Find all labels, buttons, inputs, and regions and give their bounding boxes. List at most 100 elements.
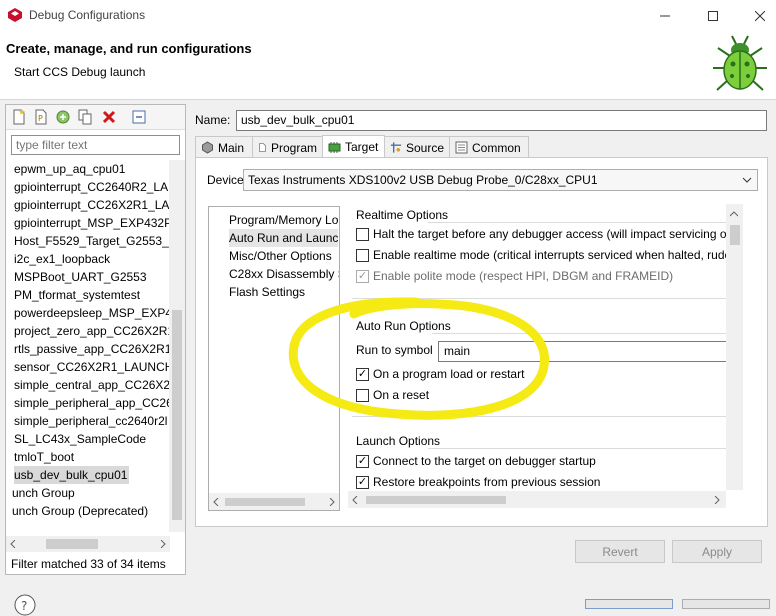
close-icon xyxy=(755,10,765,21)
restore-breakpoints-checkbox[interactable]: ✓ xyxy=(356,475,369,489)
name-label: Name: xyxy=(195,113,231,127)
help-icon[interactable]: ? xyxy=(14,594,36,616)
enable-realtime-checkbox[interactable] xyxy=(356,248,369,262)
maximize-button[interactable] xyxy=(691,0,735,31)
common-tab-icon xyxy=(455,141,468,154)
chevron-down-icon xyxy=(742,177,752,183)
duplicate-icon[interactable] xyxy=(77,109,93,125)
run-to-symbol-input[interactable]: main xyxy=(438,341,726,362)
device-value: Texas Instruments XDS100v2 USB Debug Pro… xyxy=(248,173,598,187)
tree-scroll-thumb[interactable] xyxy=(172,310,182,520)
option-label: Restore breakpoints from previous sessio… xyxy=(373,475,601,489)
scroll-left-icon[interactable] xyxy=(351,496,359,504)
run-on-reset-option[interactable]: On a reset xyxy=(356,388,429,402)
scroll-right-icon[interactable] xyxy=(713,496,721,504)
tree-item[interactable]: project_zero_app_CC26X2R1_ xyxy=(14,322,172,340)
realtime-options-title: Realtime Options xyxy=(356,208,449,222)
subnav-item-selected[interactable]: Auto Run and Launc xyxy=(229,229,339,247)
option-label: Connect to the target on debugger startu… xyxy=(373,454,596,468)
tree-item[interactable]: i2c_ex1_loopback xyxy=(14,250,110,268)
halt-target-checkbox[interactable] xyxy=(356,227,369,241)
tab-main[interactable]: Main xyxy=(195,136,253,158)
target-tab-content: Device Texas Instruments XDS100v2 USB De… xyxy=(195,157,768,527)
tree-item[interactable]: gpiointerrupt_CC26X2R1_LAU xyxy=(14,196,172,214)
source-tab-icon xyxy=(390,142,402,153)
run-to-symbol-label: Run to symbol xyxy=(356,343,433,357)
program-tab-icon xyxy=(259,143,266,152)
run-on-reset-checkbox[interactable] xyxy=(356,388,369,402)
debug-button[interactable] xyxy=(585,599,673,609)
options-vscroll-thumb[interactable] xyxy=(730,225,740,245)
tree-hscroll-thumb[interactable] xyxy=(46,539,98,549)
collapse-all-icon[interactable] xyxy=(131,109,147,125)
scroll-up-icon[interactable] xyxy=(730,210,738,218)
tree-item[interactable]: tmloT_boot xyxy=(14,448,74,466)
connect-on-startup-checkbox[interactable]: ✓ xyxy=(356,454,369,468)
polite-mode-option: ✓ Enable polite mode (respect HPI, DBGM … xyxy=(356,269,673,283)
main-tab-icon xyxy=(202,141,213,154)
svg-text:?: ? xyxy=(21,599,27,613)
subnav-item[interactable]: Flash Settings xyxy=(229,283,305,301)
tab-label: Target xyxy=(345,140,379,154)
options-vertical-scrollbar[interactable] xyxy=(726,204,743,490)
bottom-close-button[interactable] xyxy=(682,599,770,609)
tab-target[interactable]: Target xyxy=(322,135,385,158)
tree-item[interactable]: powerdeepsleep_MSP_EXP43 xyxy=(14,304,172,322)
window-title: Debug Configurations xyxy=(29,8,146,22)
scroll-left-icon[interactable] xyxy=(212,498,220,506)
revert-button[interactable]: Revert xyxy=(575,540,665,563)
run-on-load-option[interactable]: ✓ On a program load or restart xyxy=(356,367,524,381)
tree-item-selected[interactable]: usb_dev_bulk_cpu01 xyxy=(14,466,130,484)
scroll-right-icon[interactable] xyxy=(159,540,167,548)
group-divider xyxy=(352,298,726,299)
tree-item[interactable]: simple_central_app_CC26X2I xyxy=(14,376,172,394)
tree-item[interactable]: simple_peripheral_cc2640r2l xyxy=(14,412,167,430)
tree-item[interactable]: sensor_CC26X2R1_LAUNCHX xyxy=(14,358,172,376)
connect-on-startup-option[interactable]: ✓ Connect to the target on debugger star… xyxy=(356,454,596,468)
tree-item[interactable]: simple_peripheral_app_CC26X xyxy=(14,394,172,412)
header-title: Create, manage, and run configurations xyxy=(6,41,252,56)
tree-item[interactable]: PM_tformat_systemtest xyxy=(14,286,140,304)
scroll-right-icon[interactable] xyxy=(328,498,336,506)
option-label: On a reset xyxy=(373,388,430,402)
subnav-hscroll-thumb[interactable] xyxy=(225,498,305,506)
tab-label: Common xyxy=(472,140,521,155)
new-prototype-icon[interactable]: P xyxy=(33,109,49,125)
halt-target-option[interactable]: Halt the target before any debugger acce… xyxy=(356,227,726,241)
tree-item[interactable]: MSPBoot_UART_G2553 xyxy=(14,268,147,286)
export-icon[interactable] xyxy=(55,109,71,125)
close-button[interactable] xyxy=(738,0,776,31)
tree-item[interactable]: Host_F5529_Target_G2553_U xyxy=(14,232,172,250)
delete-icon[interactable] xyxy=(101,109,117,125)
tab-common[interactable]: Common xyxy=(449,136,529,158)
new-config-icon[interactable] xyxy=(11,109,27,125)
name-field[interactable]: usb_dev_bulk_cpu01 xyxy=(236,110,767,131)
apply-button[interactable]: Apply xyxy=(672,540,762,563)
options-hscroll-thumb[interactable] xyxy=(366,496,506,504)
device-select[interactable]: Texas Instruments XDS100v2 USB Debug Pro… xyxy=(243,169,758,191)
tree-item[interactable]: gpiointerrupt_MSP_EXP432P4 xyxy=(14,214,172,232)
run-on-load-checkbox[interactable]: ✓ xyxy=(356,367,369,381)
subnav-item[interactable]: Program/Memory Lo xyxy=(229,211,338,229)
tree-group-item[interactable]: unch Group (Deprecated) xyxy=(12,502,148,520)
dialog-header: Create, manage, and run configurations S… xyxy=(0,31,776,100)
restore-breakpoints-option[interactable]: ✓ Restore breakpoints from previous sess… xyxy=(356,475,600,489)
tree-item[interactable]: rtls_passive_app_CC26X2R1_I xyxy=(14,340,172,358)
tab-source[interactable]: Source xyxy=(384,136,450,158)
tree-group-item[interactable]: unch Group xyxy=(12,484,75,502)
option-label: Enable realtime mode (critical interrupt… xyxy=(373,248,726,262)
option-label: Enable polite mode (respect HPI, DBGM an… xyxy=(373,269,674,283)
minimize-button[interactable] xyxy=(643,0,687,31)
subnav-item[interactable]: Misc/Other Options xyxy=(229,247,332,265)
tree-item[interactable]: gpiointerrupt_CC2640R2_LAU xyxy=(14,178,172,196)
tab-program[interactable]: Program xyxy=(252,136,323,158)
scroll-left-icon[interactable] xyxy=(9,540,17,548)
filter-input[interactable] xyxy=(11,135,180,155)
polite-mode-checkbox: ✓ xyxy=(356,269,369,283)
subnav-item[interactable]: C28xx Disassembly S xyxy=(229,265,339,283)
tab-label: Main xyxy=(218,140,245,155)
tree-item[interactable]: SL_LC43x_SampleCode xyxy=(14,430,146,448)
tree-item[interactable]: epwm_up_aq_cpu01 xyxy=(14,160,125,178)
enable-realtime-option[interactable]: Enable realtime mode (critical interrupt… xyxy=(356,248,726,262)
header-subtitle: Start CCS Debug launch xyxy=(14,65,146,79)
